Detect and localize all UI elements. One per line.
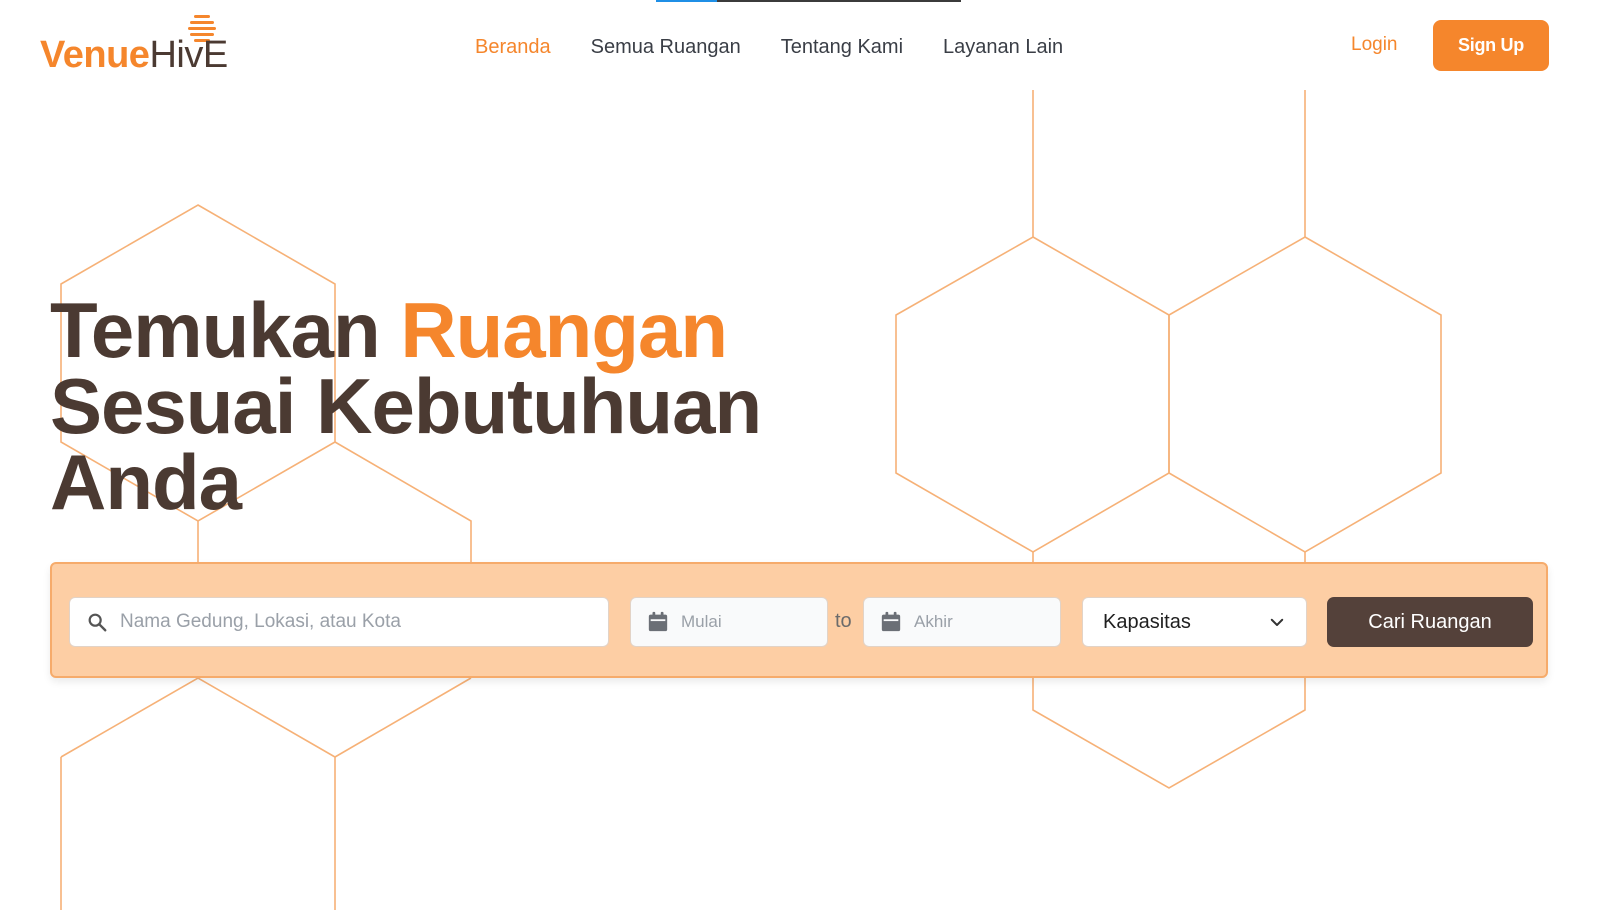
nav-item-layanan-lain[interactable]: Layanan Lain	[943, 36, 1063, 59]
search-icon	[88, 613, 107, 632]
logo-wordmark: VenueHivE	[40, 36, 228, 74]
hero-title-line1: Temukan	[50, 286, 401, 374]
logo-wordmark-hive: HivE	[149, 34, 228, 76]
page-loading-bar-fill	[656, 0, 717, 2]
end-date-placeholder: Akhir	[914, 612, 953, 631]
signup-button[interactable]: Sign Up	[1433, 20, 1549, 71]
end-date-field[interactable]: Akhir	[863, 597, 1061, 647]
start-date-placeholder: Mulai	[681, 612, 722, 631]
calendar-icon	[648, 611, 668, 632]
venuehive-logo[interactable]: VenueHivE	[40, 14, 240, 74]
main-nav: Beranda Semua Ruangan Tentang Kami Layan…	[475, 36, 1063, 59]
nav-item-semua-ruangan[interactable]: Semua Ruangan	[591, 36, 741, 59]
login-link[interactable]: Login	[1351, 34, 1398, 56]
capacity-select[interactable]: Kapasitas	[1082, 597, 1307, 647]
hero-title-line3: Anda	[50, 438, 242, 526]
calendar-icon	[881, 611, 901, 632]
nav-item-beranda[interactable]: Beranda	[475, 36, 551, 59]
room-search-bar: Nama Gedung, Lokasi, atau Kota Mulai to …	[50, 562, 1548, 678]
logo-wordmark-venue: Venue	[40, 34, 150, 76]
search-rooms-button[interactable]: Cari Ruangan	[1327, 597, 1533, 647]
search-input-placeholder: Nama Gedung, Lokasi, atau Kota	[120, 611, 401, 632]
chevron-down-icon	[1270, 618, 1284, 626]
page-loading-bar	[656, 0, 961, 2]
search-input[interactable]: Nama Gedung, Lokasi, atau Kota	[69, 597, 609, 647]
hero-title-accent: Ruangan	[400, 286, 728, 374]
nav-item-tentang-kami[interactable]: Tentang Kami	[781, 36, 903, 59]
hero-title: Temukan Ruangan Sesuai Kebutuhuan Anda	[50, 291, 762, 521]
start-date-field[interactable]: Mulai	[630, 597, 828, 647]
capacity-select-value: Kapasitas	[1103, 610, 1191, 633]
top-navbar: VenueHivE Beranda Semua Ruangan Tentang …	[0, 0, 1600, 90]
hero-section: Temukan Ruangan Sesuai Kebutuhuan Anda	[50, 291, 762, 521]
hero-title-line2: Sesuai Kebutuhuan	[50, 362, 762, 450]
date-range-separator: to	[835, 610, 852, 632]
